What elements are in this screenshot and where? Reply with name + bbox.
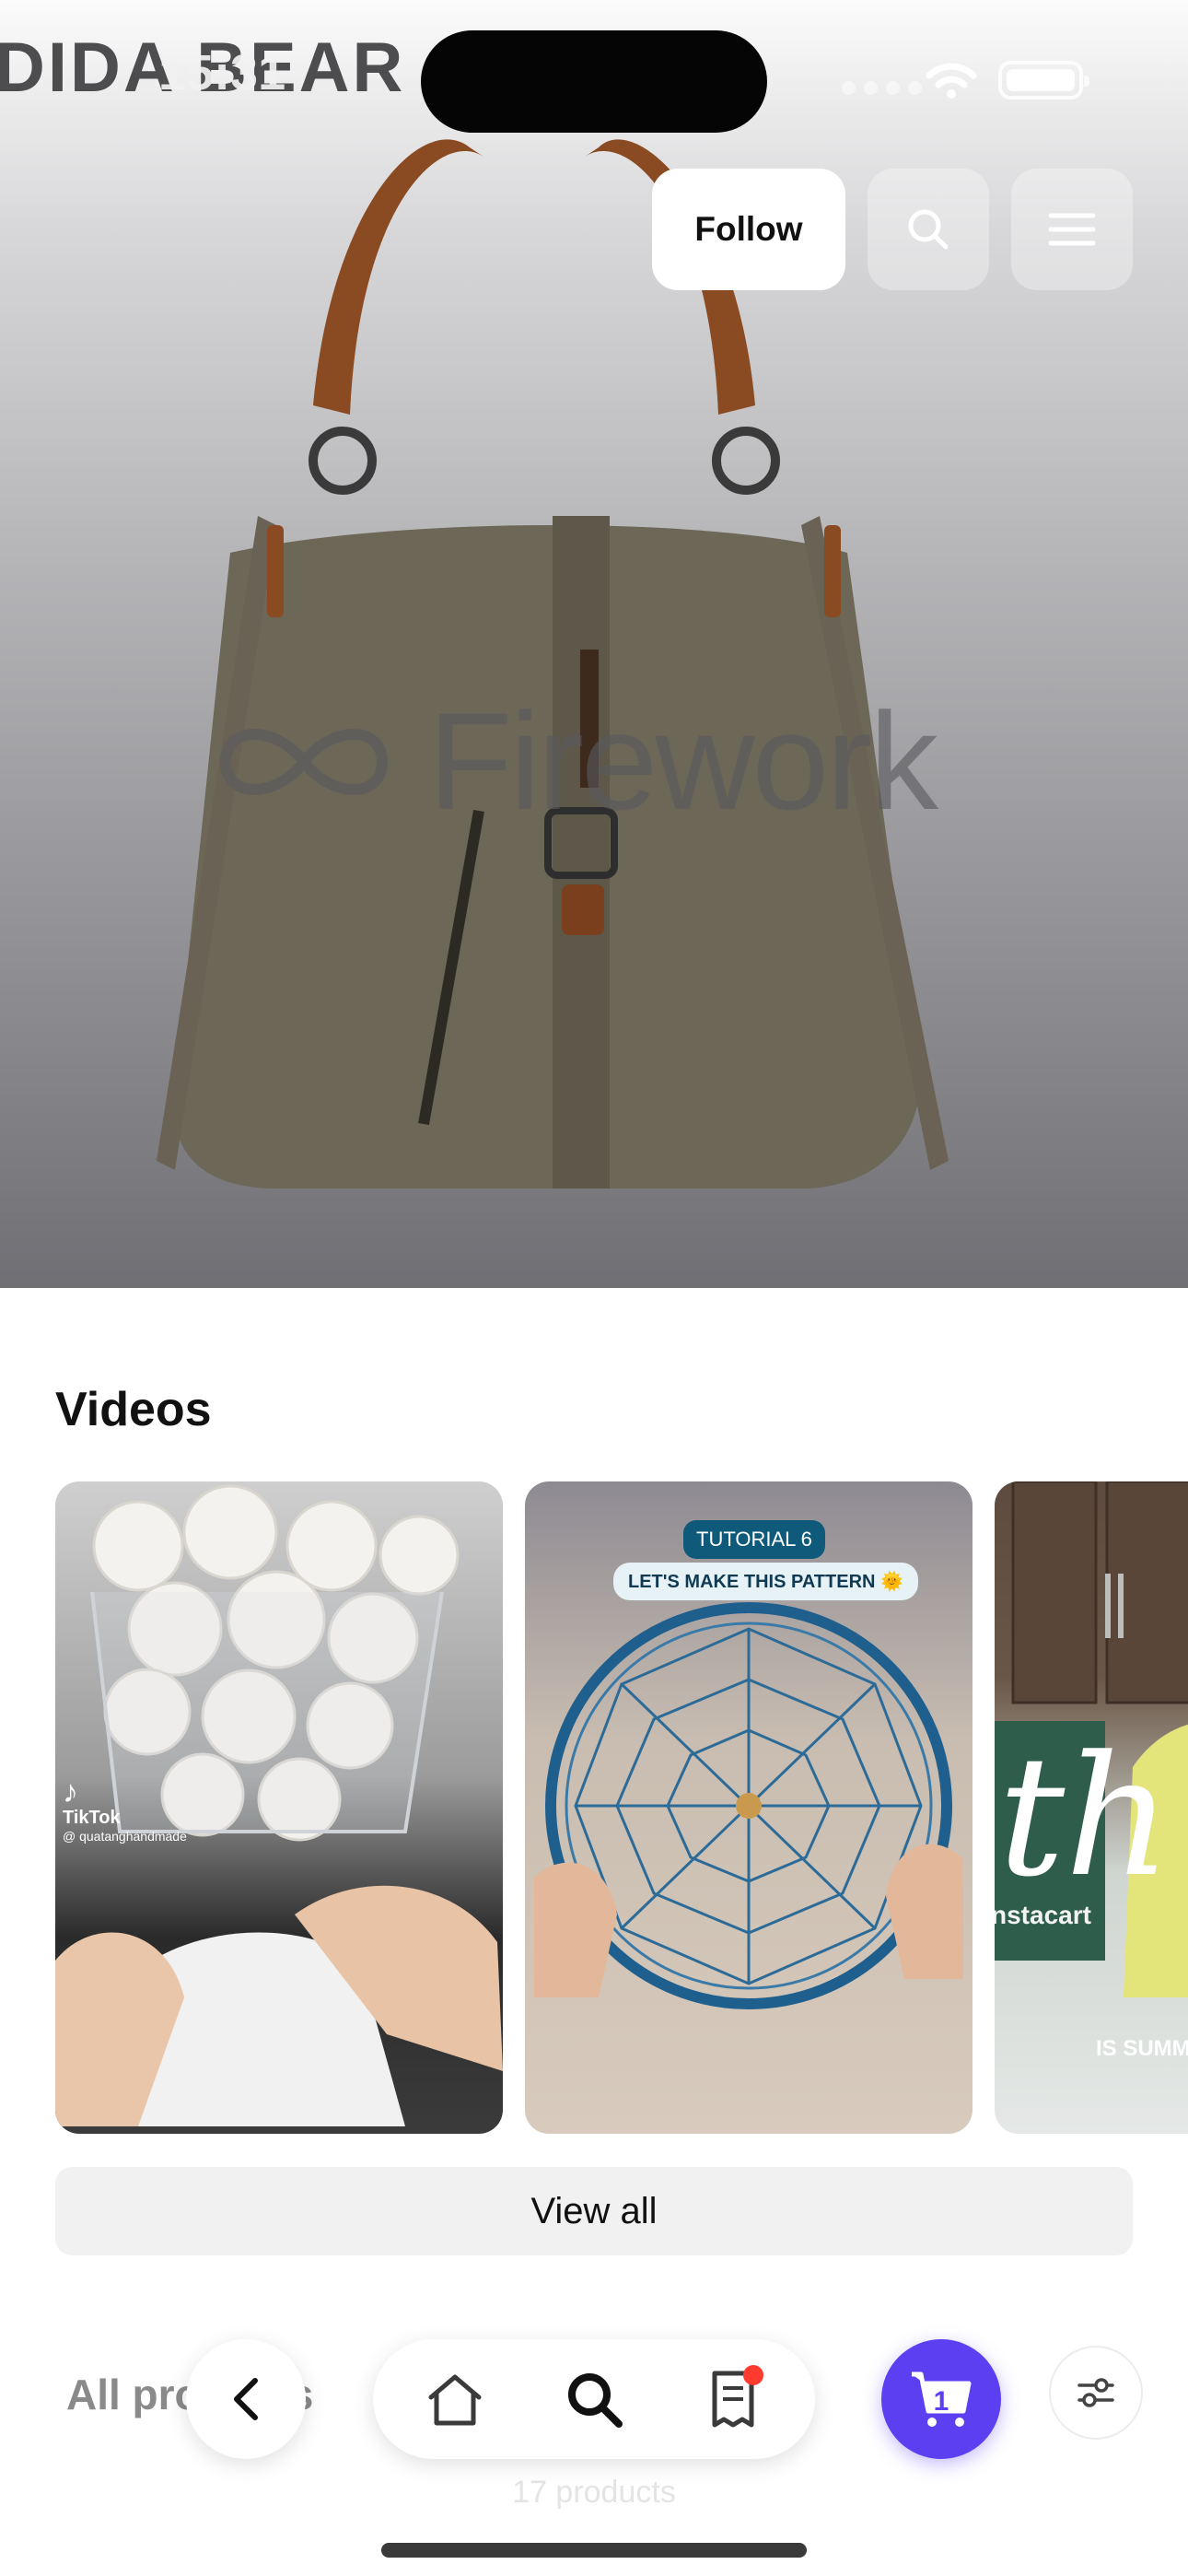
videos-carousel[interactable]: ♪ TikTok @ quatanghandmade TUTORIAL 6 LE… [55,1481,1188,2136]
view-all-button[interactable]: View all [55,2167,1133,2255]
bottom-nav-bar [373,2339,815,2459]
home-indicator [381,2543,807,2558]
tutorial-badge: TUTORIAL 6 [683,1520,825,1559]
videos-section-title: Videos [55,1383,212,1436]
video-card[interactable]: ♪ TikTok @ quatanghandmade [55,1481,503,2134]
firework-watermark: Firework [207,682,938,841]
chevron-left-icon [234,2378,258,2420]
wifi-icon [926,63,977,99]
nav-home-button[interactable] [419,2363,491,2435]
video-card[interactable]: th nstacart IS SUMM [995,1481,1188,2134]
video-caption: IS SUMM [1096,2036,1188,2061]
search-icon [568,2373,623,2428]
watermark-text: Firework [428,684,938,838]
back-button[interactable] [186,2339,306,2459]
pattern-badge: LET'S MAKE THIS PATTERN 🌞 [613,1563,918,1600]
tiktok-watermark: ♪ TikTok @ quatanghandmade [63,1776,187,1844]
status-time: 15:31 [158,45,286,100]
hero-banner: Firework DIDA BEAR 15:31 Follow [0,0,1188,1288]
dynamic-island [421,30,767,133]
product-bag-image [157,139,949,1188]
hamburger-menu-icon [1048,213,1096,246]
tiktok-icon: ♪ [63,1774,78,1809]
search-button[interactable] [868,169,989,290]
products-count: 17 products [512,2475,676,2510]
infinity-icon [219,728,389,795]
follow-button[interactable]: Follow [652,169,845,290]
notification-dot [743,2365,763,2385]
home-icon [428,2374,482,2426]
tiktok-label: TikTok [63,1808,121,1828]
cart-button[interactable]: 1 [881,2339,1001,2459]
video-title-script: th [998,1721,1172,1914]
cellular-signal-icon [842,81,922,95]
sliders-icon [1077,2378,1114,2407]
nav-orders-button[interactable] [697,2363,769,2435]
nav-search-button[interactable] [558,2363,630,2435]
video-card[interactable]: TUTORIAL 6 LET'S MAKE THIS PATTERN 🌞 [525,1481,973,2134]
battery-icon [998,61,1089,100]
video-store-label: nstacart [995,1901,1091,1929]
filter-button[interactable] [1049,2346,1143,2440]
cart-count-badge: 1 [933,2386,949,2417]
tiktok-handle: @ quatanghandmade [63,1829,187,1844]
search-icon [908,209,949,250]
menu-button[interactable] [1011,169,1133,290]
